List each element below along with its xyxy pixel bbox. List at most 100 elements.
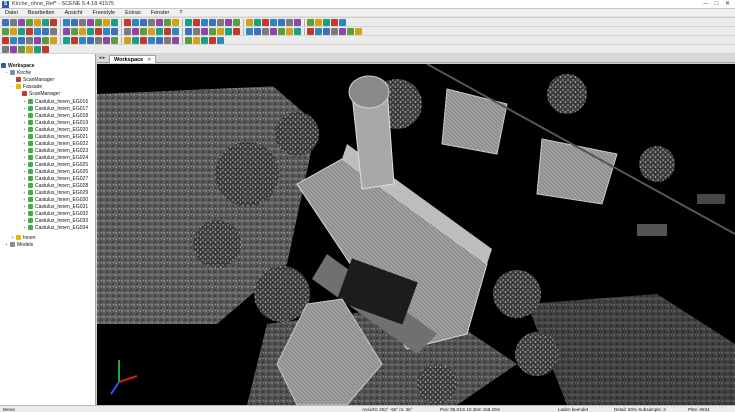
toolbar-button-icon[interactable] [172,36,179,44]
expand-icon[interactable]: + [22,197,27,202]
toolbar-button-icon[interactable] [132,18,139,26]
maximize-button[interactable]: □ [711,0,722,8]
menu-freestyle[interactable]: Freestyle [88,10,121,16]
toolbar-button-icon[interactable] [2,27,9,35]
toolbar-button-icon[interactable] [132,36,139,44]
expand-icon[interactable]: + [22,148,27,153]
toolbar-button-icon[interactable] [124,18,131,26]
toolbar-button-icon[interactable] [164,18,171,26]
expand-icon[interactable]: + [22,176,27,181]
toolbar-button-icon[interactable] [217,18,224,26]
tree-node-innen[interactable]: + Innen [10,234,35,241]
toolbar-button-icon[interactable] [193,36,200,44]
collapse-icon[interactable]: − [10,84,15,89]
toolbar-button-icon[interactable] [34,27,41,35]
toolbar-button-icon[interactable] [201,36,208,44]
expand-icon[interactable]: + [22,141,27,146]
toolbar-button-icon[interactable] [2,36,9,44]
toolbar-button-icon[interactable] [42,27,49,35]
tree-node-fassade-scanmanager[interactable]: ScanManager [22,90,60,97]
tree-node-scan[interactable]: + Castulus_Innen_EG027 [22,175,88,182]
tree-node-scan[interactable]: + Castulus_Innen_EG021 [22,133,88,140]
expand-icon[interactable]: + [22,183,27,188]
toolbar-button-icon[interactable] [307,18,314,26]
toolbar-button-icon[interactable] [339,27,346,35]
expand-icon[interactable]: + [22,155,27,160]
toolbar-button-icon[interactable] [254,18,261,26]
tab-workspace[interactable]: Workspace ✕ [109,55,157,63]
expand-icon[interactable]: + [22,225,27,230]
tree-node-scan[interactable]: + Castulus_Innen_EG018 [22,112,88,119]
toolbar-button-icon[interactable] [185,36,192,44]
toolbar-button-icon[interactable] [217,36,224,44]
toolbar-button-icon[interactable] [254,27,261,35]
tree-node-models[interactable]: + Models [4,241,33,248]
toolbar-button-icon[interactable] [79,36,86,44]
toolbar-button-icon[interactable] [95,36,102,44]
menu-datei[interactable]: Datei [0,10,23,16]
toolbar-button-icon[interactable] [50,36,57,44]
toolbar-button-icon[interactable] [233,27,240,35]
toolbar-button-icon[interactable] [10,27,17,35]
toolbar-button-icon[interactable] [209,18,216,26]
toolbar-button-icon[interactable] [164,36,171,44]
toolbar-button-icon[interactable] [71,27,78,35]
toolbar-button-icon[interactable] [18,36,25,44]
expand-icon[interactable]: + [22,99,27,104]
toolbar-button-icon[interactable] [355,27,362,35]
toolbar-button-icon[interactable] [347,27,354,35]
expand-icon[interactable]: + [22,120,27,125]
toolbar-button-icon[interactable] [331,27,338,35]
toolbar-button-icon[interactable] [63,18,70,26]
toolbar-button-icon[interactable] [103,36,110,44]
expand-icon[interactable]: + [22,204,27,209]
toolbar-button-icon[interactable] [103,27,110,35]
toolbar-button-icon[interactable] [71,36,78,44]
toolbar-button-icon[interactable] [172,27,179,35]
tree-node-scan[interactable]: + Castulus_Innen_EG022 [22,140,88,147]
toolbar-button-icon[interactable] [262,18,269,26]
toolbar-button-icon[interactable] [18,18,25,26]
tree-node-scan[interactable]: + Castulus_Innen_EG019 [22,119,88,126]
toolbar-button-icon[interactable] [286,27,293,35]
toolbar-button-icon[interactable] [225,18,232,26]
tree-node-scan[interactable]: + Castulus_Innen_EG024 [22,154,88,161]
toolbar-button-icon[interactable] [2,45,9,53]
toolbar-button-icon[interactable] [34,45,41,53]
expand-icon[interactable]: + [22,211,27,216]
tab-close-icon[interactable]: ✕ [147,57,151,63]
tree-node-scan[interactable]: + Castulus_Innen_EG031 [22,203,88,210]
point-cloud-viewport[interactable] [97,64,735,405]
expand-icon[interactable]: + [22,218,27,223]
toolbar-button-icon[interactable] [42,36,49,44]
tree-node-scan[interactable]: + Castulus_Innen_EG016 [22,98,88,105]
toolbar-button-icon[interactable] [193,18,200,26]
toolbar-button-icon[interactable] [132,27,139,35]
expand-icon[interactable]: + [22,162,27,167]
toolbar-button-icon[interactable] [172,18,179,26]
toolbar-button-icon[interactable] [71,18,78,26]
toolbar-button-icon[interactable] [339,18,346,26]
tab-scroll-arrows[interactable]: ◂ ▸ [97,55,107,62]
toolbar-button-icon[interactable] [185,27,192,35]
toolbar-button-icon[interactable] [209,27,216,35]
toolbar-button-icon[interactable] [26,45,33,53]
toolbar-button-icon[interactable] [331,18,338,26]
toolbar-button-icon[interactable] [323,27,330,35]
toolbar-button-icon[interactable] [270,27,277,35]
toolbar-button-icon[interactable] [233,18,240,26]
toolbar-button-icon[interactable] [111,18,118,26]
tree-node-scan[interactable]: + Castulus_Innen_EG026 [22,168,88,175]
expand-icon[interactable]: + [4,242,9,247]
toolbar-button-icon[interactable] [140,18,147,26]
toolbar-button-icon[interactable] [217,27,224,35]
tree-node-scan[interactable]: + Castulus_Innen_EG020 [22,126,88,133]
toolbar-button-icon[interactable] [270,18,277,26]
toolbar-button-icon[interactable] [286,18,293,26]
toolbar-button-icon[interactable] [87,27,94,35]
toolbar-button-icon[interactable] [26,18,33,26]
tree-node-scan[interactable]: + Castulus_Innen_EG025 [22,161,88,168]
tree-node-scan[interactable]: + Castulus_Innen_EG033 [22,217,88,224]
toolbar-button-icon[interactable] [164,27,171,35]
tree-node-scan[interactable]: + Castulus_Innen_EG029 [22,189,88,196]
